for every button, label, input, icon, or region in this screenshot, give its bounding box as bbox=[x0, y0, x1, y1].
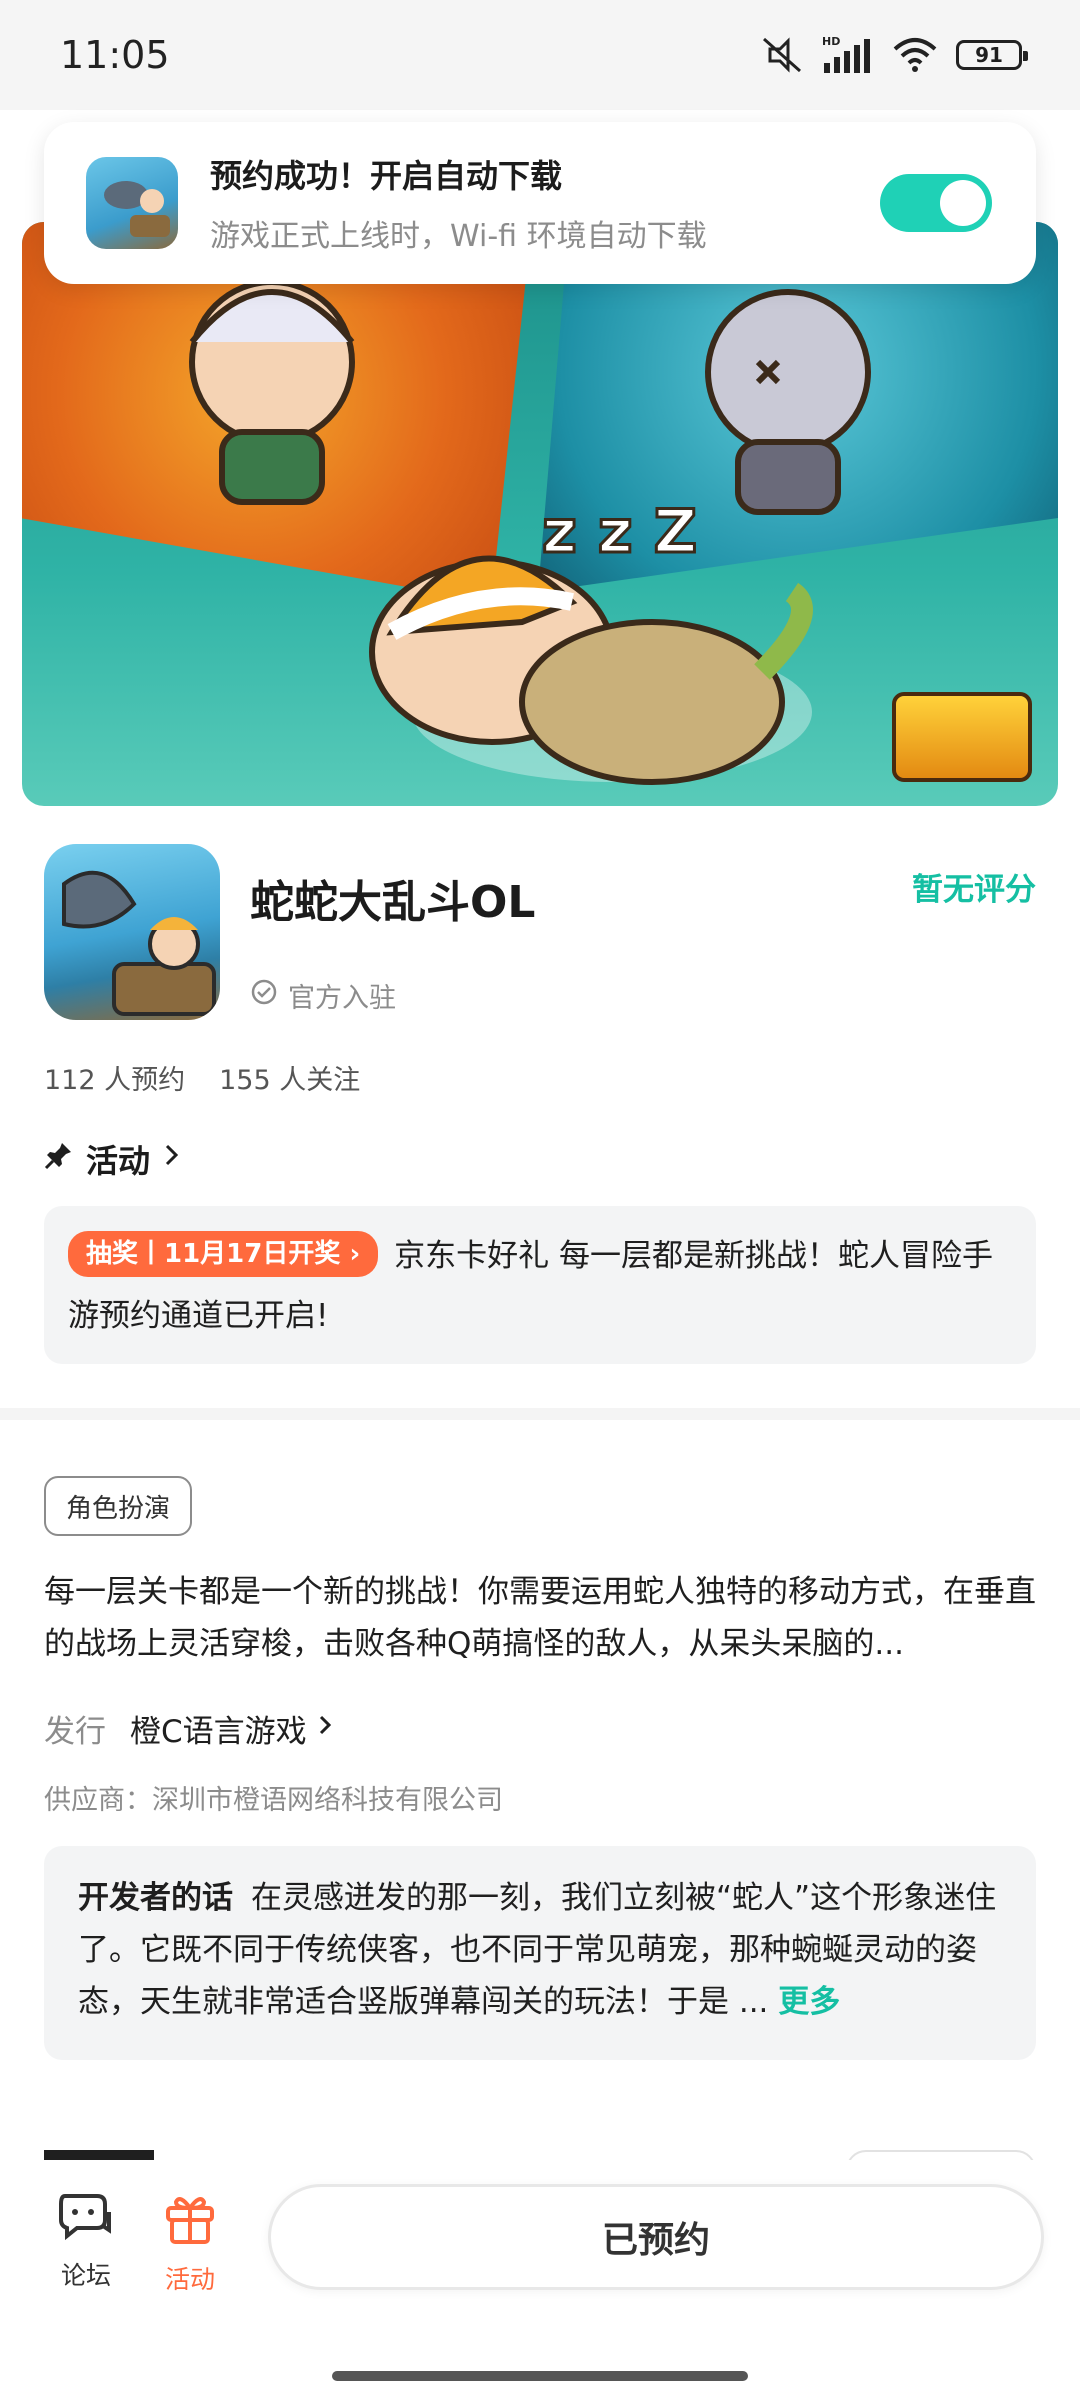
lottery-tag-label: 抽奖丨11月17日开奖 bbox=[86, 1239, 341, 1269]
game-icon[interactable] bbox=[44, 844, 220, 1020]
rating-label[interactable]: 暂无评分 bbox=[912, 864, 1036, 909]
publisher-label: 发行 bbox=[44, 1714, 106, 1750]
developer-notes-card[interactable]: 开发者的话 在灵感迸发的那一刻，我们立刻被“蛇人”这个形象迷住了。它既不同于传统侠… bbox=[44, 1846, 1036, 2060]
battery-icon: 91 bbox=[956, 40, 1028, 70]
signal-icon: HD bbox=[822, 35, 874, 75]
game-logo-badge bbox=[892, 692, 1032, 782]
game-description[interactable]: 每一层关卡都是一个新的挑战！你需要运用蛇人独特的移动方式，在垂直的战场上灵活穿梭… bbox=[44, 1566, 1036, 1670]
toast-subtitle: 游戏正式上线时，Wi-fi 环境自动下载 bbox=[210, 219, 707, 254]
sleeping-character-illustration: z z Z bbox=[369, 496, 813, 785]
genre-tag[interactable]: 角色扮演 bbox=[44, 1476, 193, 1536]
activity-card[interactable]: 抽奖丨11月17日开奖 › 京东卡好礼 每一层都是新挑战！蛇人冒险手游预约通道已开… bbox=[44, 1206, 1036, 1364]
chevron-right-icon bbox=[162, 1140, 182, 1178]
check-circle-icon bbox=[250, 978, 278, 1013]
lottery-tag: 抽奖丨11月17日开奖 › bbox=[68, 1231, 379, 1277]
home-indicator[interactable] bbox=[332, 2371, 748, 2381]
toggle-knob bbox=[940, 180, 986, 226]
status-icons: HD 91 bbox=[760, 35, 1028, 75]
section-divider bbox=[0, 1408, 1080, 1420]
publisher-name: 橙C语言游戏 bbox=[130, 1714, 307, 1750]
official-label: 官方入驻 bbox=[288, 983, 396, 1014]
gift-icon bbox=[162, 2190, 218, 2250]
nav-forum[interactable]: 论坛 bbox=[46, 2190, 126, 2292]
activity-section-title: 活动 bbox=[86, 1142, 151, 1180]
more-link[interactable]: 更多 bbox=[778, 1984, 840, 2020]
supplier-text: 供应商：深圳市橙语网络科技有限公司 bbox=[44, 1785, 503, 1816]
auto-download-toggle[interactable] bbox=[880, 174, 992, 232]
reservation-toast[interactable]: 预约成功！开启自动下载 游戏正式上线时，Wi-fi 环境自动下载 bbox=[44, 122, 1036, 284]
nav-activity-label: 活动 bbox=[164, 2265, 215, 2294]
tag-chevron-icon: › bbox=[349, 1239, 361, 1269]
game-title: 蛇蛇大乱斗OL bbox=[250, 877, 536, 928]
hero-character-illustration bbox=[189, 279, 355, 505]
reservation-count: 112 人预约 bbox=[44, 1065, 186, 1096]
reserved-button[interactable]: 已预约 bbox=[268, 2184, 1044, 2290]
publisher-row[interactable]: 发行 橙C语言游戏 bbox=[44, 1706, 335, 1751]
svg-text:HD: HD bbox=[822, 35, 840, 48]
game-stats: 112 人预约 155 人关注 bbox=[44, 1058, 360, 1097]
developer-notes-heading: 开发者的话 bbox=[78, 1880, 233, 1916]
activity-section-header[interactable]: 活动 bbox=[44, 1136, 182, 1182]
toast-app-icon bbox=[86, 157, 178, 249]
chevron-right-icon bbox=[317, 1711, 335, 1747]
chat-bubbles-icon bbox=[57, 2190, 115, 2246]
follower-count: 155 人关注 bbox=[219, 1065, 361, 1096]
pin-icon bbox=[44, 1140, 74, 1178]
game-header: 蛇蛇大乱斗OL 官方入驻 暂无评分 bbox=[44, 844, 1036, 1024]
status-time: 11:05 bbox=[60, 33, 170, 77]
wifi-icon bbox=[892, 37, 938, 73]
mute-icon bbox=[760, 35, 804, 75]
game-banner[interactable]: z z Z bbox=[22, 222, 1058, 806]
bottom-action-bar: 论坛 活动 已预约 bbox=[0, 2160, 1080, 2400]
official-badge: 官方入驻 bbox=[250, 976, 396, 1015]
nav-forum-label: 论坛 bbox=[60, 2261, 111, 2290]
toast-title: 预约成功！开启自动下载 bbox=[210, 157, 563, 195]
status-bar: 11:05 HD 91 bbox=[0, 0, 1080, 110]
defeated-character-illustration bbox=[705, 289, 871, 515]
nav-activity[interactable]: 活动 bbox=[150, 2190, 230, 2296]
